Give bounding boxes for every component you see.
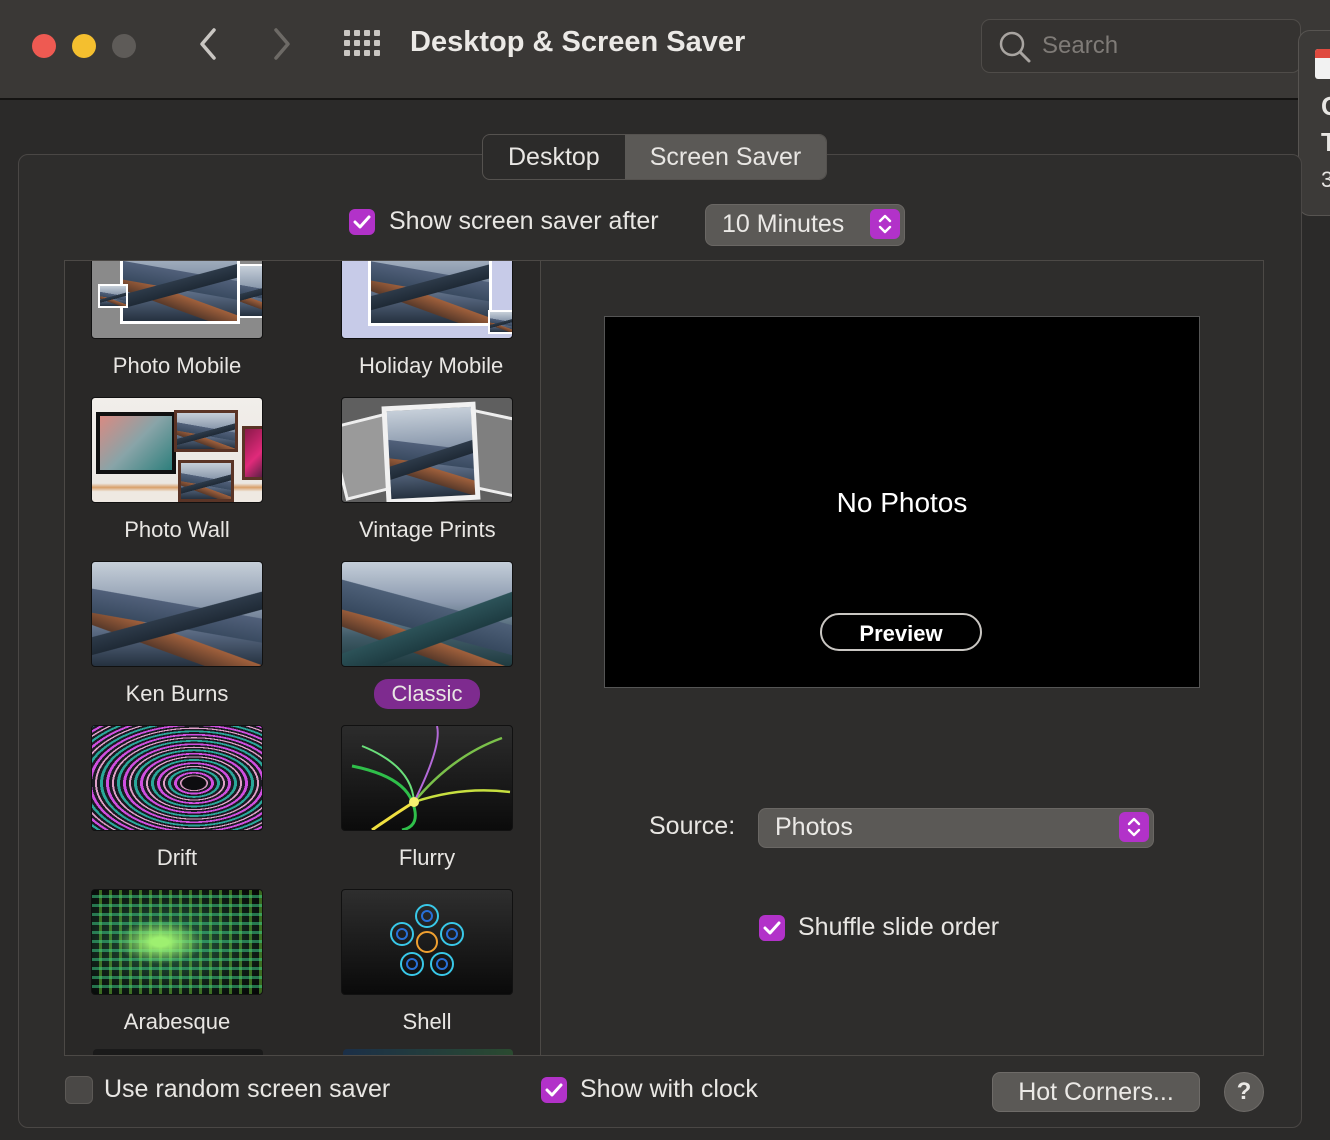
arabesque-thumbnail <box>91 889 263 995</box>
back-icon[interactable] <box>196 24 220 71</box>
saver-name: Drift <box>156 845 198 870</box>
notification-banner[interactable]: C T 3 <box>1298 30 1330 216</box>
screen-saver-list[interactable]: Photo Mobile Holiday Mobile Photo Wall V… <box>64 260 542 1056</box>
saver-item-shell[interactable]: Shell <box>341 889 513 1037</box>
saver-item-holiday-mobile[interactable]: Holiday Mobile <box>341 261 513 381</box>
saver-item-partial[interactable] <box>93 1049 263 1055</box>
notification-line-1: C <box>1321 91 1330 122</box>
minimize-window-button[interactable] <box>72 34 96 58</box>
zoom-window-button <box>112 34 136 58</box>
show-clock-label: Show with clock <box>580 1075 758 1103</box>
show-after-value: 10 Minutes <box>722 210 845 238</box>
source-popup[interactable]: Photos <box>758 808 1154 848</box>
search-icon <box>999 31 1031 63</box>
show-after-checkbox[interactable] <box>349 209 375 235</box>
show-after-label: Show screen saver after <box>389 207 659 235</box>
vintage-prints-thumbnail <box>341 397 513 503</box>
photo-mobile-thumbnail <box>91 261 263 339</box>
saver-name: Shell <box>402 1009 452 1034</box>
show-all-grid-icon[interactable] <box>344 30 382 60</box>
updown-arrows-icon <box>870 209 900 239</box>
saver-item-ken-burns[interactable]: Ken Burns <box>91 561 263 709</box>
forward-icon <box>270 24 294 71</box>
preview-screen: No Photos Preview <box>604 316 1200 688</box>
checkmark-icon <box>545 1083 563 1097</box>
tab-bar: Desktop Screen Saver <box>482 134 828 180</box>
no-photos-message: No Photos <box>836 487 968 518</box>
search-placeholder: Search <box>1042 32 1119 59</box>
checkmark-icon <box>353 215 371 229</box>
updown-arrows-icon <box>1119 812 1149 842</box>
shuffle-checkbox[interactable] <box>759 915 785 941</box>
holiday-mobile-thumbnail <box>341 261 513 339</box>
photo-wall-thumbnail <box>91 397 263 503</box>
calendar-icon <box>1315 49 1330 79</box>
window-title: Desktop & Screen Saver <box>410 26 746 58</box>
saver-name: Holiday Mobile <box>359 353 504 378</box>
drift-thumbnail <box>91 725 263 831</box>
help-button[interactable]: ? <box>1224 1072 1264 1112</box>
saver-name: Ken Burns <box>125 681 229 706</box>
hot-corners-button[interactable]: Hot Corners... <box>992 1072 1200 1112</box>
source-label: Source: <box>649 812 736 840</box>
saver-item-arabesque[interactable]: Arabesque <box>91 889 263 1037</box>
search-field[interactable]: Search <box>981 19 1301 73</box>
saver-name: Arabesque <box>123 1009 231 1034</box>
notification-line-3: 3 <box>1321 167 1330 192</box>
saver-item-photo-wall[interactable]: Photo Wall <box>91 397 263 545</box>
close-window-button[interactable] <box>32 34 56 58</box>
notification-line-2: T <box>1321 127 1330 157</box>
saver-name: Photo Mobile <box>112 353 242 378</box>
tab-screen-saver[interactable]: Screen Saver <box>624 135 827 179</box>
saver-name: Vintage Prints <box>359 517 496 542</box>
saver-name: Photo Wall <box>124 517 230 542</box>
title-bar: Desktop & Screen Saver Search <box>0 0 1330 100</box>
saver-item-drift[interactable]: Drift <box>91 725 263 873</box>
saver-item-vintage-prints[interactable]: Vintage Prints <box>341 397 513 545</box>
show-clock-checkbox[interactable] <box>541 1077 567 1103</box>
saver-item-classic[interactable]: Classic <box>341 561 513 709</box>
ken-burns-thumbnail <box>91 561 263 667</box>
classic-thumbnail <box>341 561 513 667</box>
preview-button[interactable]: Preview <box>820 613 982 651</box>
saver-name-selected: Classic <box>373 679 481 709</box>
show-after-popup[interactable]: 10 Minutes <box>705 204 905 246</box>
flurry-thumbnail <box>341 725 513 831</box>
checkmark-icon <box>763 921 781 935</box>
random-saver-checkbox[interactable] <box>65 1076 93 1104</box>
source-value: Photos <box>775 813 853 841</box>
shuffle-label: Shuffle slide order <box>798 913 1000 941</box>
saver-item-flurry[interactable]: Flurry <box>341 725 513 873</box>
saver-name: Flurry <box>398 845 456 870</box>
shell-thumbnail <box>341 889 513 995</box>
saver-item-partial[interactable] <box>343 1049 513 1055</box>
random-saver-label: Use random screen saver <box>104 1075 391 1103</box>
saver-item-photo-mobile[interactable]: Photo Mobile <box>91 261 263 381</box>
tab-desktop[interactable]: Desktop <box>483 135 625 179</box>
